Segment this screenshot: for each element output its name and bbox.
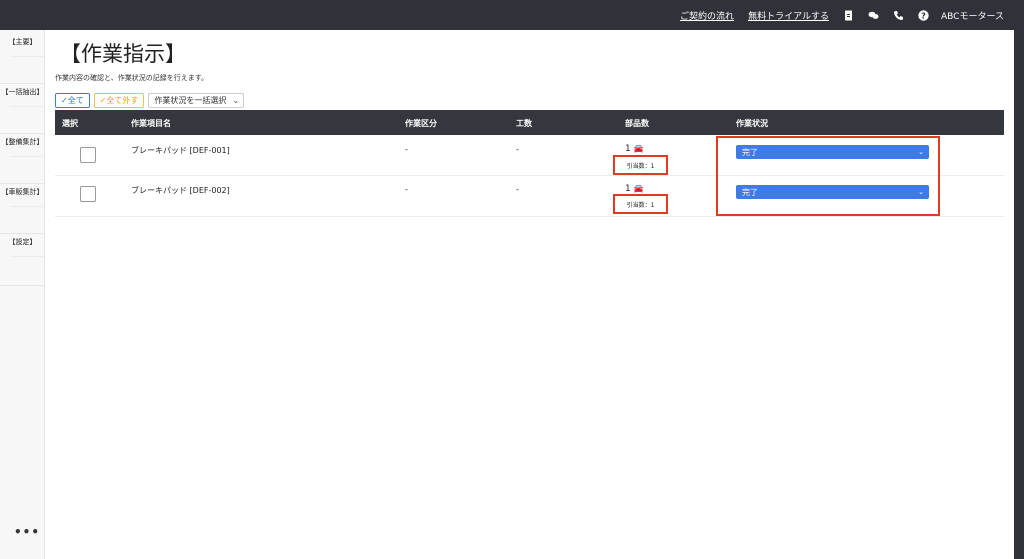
page-title: 【作業指示】 [60, 42, 186, 66]
main-content: 【作業指示】 作業内容の確認と、作業状況の記録を行えます。 ✓全て ✓全て外す … [45, 30, 1014, 559]
row-parts-count: 1 🚘 [625, 144, 644, 154]
cars-icon: 🚘 [633, 184, 644, 193]
phone-icon[interactable] [893, 10, 904, 21]
row-category: - [405, 185, 408, 194]
row-checkbox[interactable] [80, 147, 96, 163]
header-item: 作業項目名 [131, 119, 171, 128]
document-icon[interactable] [843, 10, 854, 21]
header-hours: 工数 [516, 119, 532, 128]
parts-count-value: 1 [625, 144, 631, 154]
toolbar: ✓全て ✓全て外す 作業状況を一括選択 ⌄ [55, 93, 245, 108]
table-header: 選択 作業項目名 作業区分 工数 部品数 作業状況 [55, 110, 1004, 135]
header-parts: 部品数 [625, 119, 649, 128]
bulk-status-select[interactable]: 作業状況を一括選択 ⌄ [148, 93, 245, 108]
more-menu-button[interactable]: ••• [14, 525, 40, 539]
bulk-status-label: 作業状況を一括選択 [154, 96, 227, 105]
sidebar-item-main[interactable]: › 【主要】 [0, 35, 959, 85]
sidebar-item-maintenance-summary[interactable]: › 【整備集計】 [0, 135, 959, 185]
allocated-count: 引当数：1 [613, 155, 668, 175]
free-trial-link[interactable]: 無料トライアルする [748, 9, 829, 22]
deselect-all-button[interactable]: ✓全て外す [93, 93, 145, 108]
header-category: 作業区分 [405, 119, 437, 128]
company-name[interactable]: ABCモータース [941, 9, 1004, 22]
row-category: - [405, 145, 408, 154]
row-item-name: ブレーキパッド [DEF-001] [131, 146, 230, 155]
window-frame [1014, 0, 1024, 559]
row-checkbox[interactable] [80, 186, 96, 202]
svg-text:?: ? [921, 11, 926, 20]
status-highlight-box [716, 136, 940, 216]
row-hours: - [516, 185, 519, 194]
sidebar-item-settings[interactable]: › 【設定】 [0, 235, 959, 285]
top-bar: ご契約の流れ 無料トライアルする ? ABCモータース [0, 0, 1014, 30]
cars-icon: 🚘 [633, 144, 644, 153]
sidebar-divider [0, 133, 45, 134]
row-parts-count: 1 🚘 [625, 184, 644, 194]
chevron-down-icon: ⌄ [232, 96, 240, 105]
row-item-name: ブレーキパッド [DEF-002] [131, 186, 230, 195]
contract-flow-link[interactable]: ご契約の流れ [680, 9, 734, 22]
row-hours: - [516, 145, 519, 154]
sidebar-divider [0, 83, 45, 84]
sidebar-item-bulk-extract[interactable]: › 【一括抽出】 [0, 85, 959, 135]
chat-icon[interactable] [868, 10, 879, 21]
page-subtitle: 作業内容の確認と、作業状況の記録を行えます。 [55, 74, 209, 82]
parts-count-value: 1 [625, 184, 631, 194]
sidebar: › 【主要】 › 【一括抽出】 › 【整備集計】 › 【車販集計】 › 【設定】 [0, 30, 959, 559]
help-icon[interactable]: ? [918, 9, 929, 21]
sidebar-divider [0, 233, 45, 234]
sidebar-divider [0, 183, 45, 184]
header-select: 選択 [62, 119, 78, 128]
sidebar-divider [0, 285, 45, 286]
select-all-button[interactable]: ✓全て [55, 93, 90, 108]
sidebar-item-car-sales-summary[interactable]: › 【車販集計】 [0, 185, 959, 235]
allocated-count: 引当数：1 [613, 194, 668, 214]
header-status: 作業状況 [736, 119, 768, 128]
